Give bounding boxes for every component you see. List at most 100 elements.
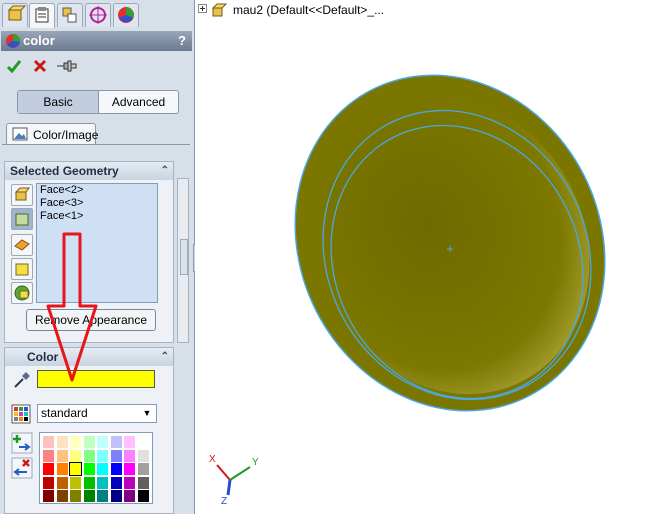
palette-select[interactable]: standard ▼ <box>37 404 157 423</box>
tab-dimxpert-manager[interactable] <box>85 3 111 27</box>
palette-swatch[interactable] <box>82 462 96 476</box>
palette-swatch[interactable] <box>82 475 96 490</box>
panel-title: color <box>23 33 55 48</box>
palette-swatch[interactable] <box>96 448 109 463</box>
palette-swatch[interactable] <box>69 448 82 463</box>
add-swatch-icon[interactable] <box>11 432 33 454</box>
palette-swatch[interactable] <box>42 489 55 503</box>
tab-configuration-manager[interactable] <box>57 3 83 27</box>
selected-geometry-group: Selected Geometry ⌃ Face<2> Face<3> Face… <box>4 161 174 343</box>
selected-geometry-title: Selected Geometry <box>10 164 119 178</box>
palette-swatch[interactable] <box>109 435 123 449</box>
tab-color-image-label: Color/Image <box>33 128 99 142</box>
palette-swatch[interactable] <box>69 462 82 476</box>
palette-swatch[interactable] <box>82 489 96 503</box>
list-item[interactable]: Face<3> <box>37 197 157 210</box>
palette-swatch[interactable] <box>69 489 82 503</box>
palette-swatch[interactable] <box>69 475 82 490</box>
palette-swatch[interactable] <box>55 462 69 476</box>
color-palette[interactable] <box>39 432 153 504</box>
triad-y-label: Y <box>252 457 259 468</box>
remove-appearance-button[interactable]: Remove Appearance <box>26 309 156 331</box>
palette-swatch[interactable] <box>69 435 82 449</box>
palette-swatch[interactable] <box>109 448 123 463</box>
palette-swatch[interactable] <box>136 475 150 490</box>
coordinate-triad: X Y Z <box>209 454 259 507</box>
eyedropper-icon[interactable] <box>12 370 32 390</box>
palette-swatch[interactable] <box>55 448 69 463</box>
part-filter-icon <box>14 187 30 201</box>
palette-swatch[interactable] <box>96 475 109 490</box>
palette-swatch[interactable] <box>123 475 136 490</box>
tab-color-image[interactable]: Color/Image <box>6 123 99 145</box>
palette-swatch[interactable] <box>136 448 150 463</box>
configuration-manager-icon <box>62 7 77 23</box>
palette-grid-icon[interactable] <box>11 404 31 424</box>
palette-swatch[interactable] <box>82 448 96 463</box>
part-filter-button[interactable] <box>11 184 33 206</box>
body-filter-icon <box>15 263 29 276</box>
display-manager-icon <box>118 7 134 23</box>
property-manager-title-bar: color ? <box>1 31 192 51</box>
chevron-down-icon[interactable]: ▼ <box>140 406 154 421</box>
basic-mode-button[interactable]: Basic <box>18 91 99 113</box>
feature-filter-icon <box>14 285 30 301</box>
palette-swatch[interactable] <box>96 435 109 449</box>
feature-manager-icon <box>7 5 27 21</box>
selected-geometry-header[interactable]: Selected Geometry ⌃ <box>5 162 173 180</box>
palette-swatch[interactable] <box>96 462 109 476</box>
palette-swatch[interactable] <box>136 489 150 503</box>
x-icon[interactable] <box>32 58 48 74</box>
collapse-chevron-icon[interactable]: ⌃ <box>161 348 169 366</box>
surface-filter-button[interactable] <box>11 234 33 256</box>
list-item[interactable]: Face<2> <box>37 184 157 197</box>
property-manager-panel: color ? Basic Advanced Color/Image Selec… <box>0 0 195 514</box>
palette-swatch[interactable] <box>123 435 136 449</box>
palette-swatch[interactable] <box>42 462 55 476</box>
face-filter-icon <box>15 213 29 226</box>
tab-divider <box>2 144 190 145</box>
palette-swatch[interactable] <box>123 448 136 463</box>
dish-model[interactable] <box>238 22 645 465</box>
palette-swatch[interactable] <box>109 489 123 503</box>
palette-swatch[interactable] <box>109 462 123 476</box>
palette-swatch[interactable] <box>42 448 55 463</box>
image-icon <box>12 127 28 141</box>
palette-swatch[interactable] <box>96 489 109 503</box>
property-manager-icon <box>35 7 49 23</box>
collapse-chevron-icon[interactable]: ⌃ <box>161 162 169 180</box>
palette-swatch[interactable] <box>55 435 69 449</box>
body-filter-button[interactable] <box>11 258 33 280</box>
list-item[interactable]: Face<1> <box>37 210 157 223</box>
tab-property-manager[interactable] <box>29 3 55 28</box>
palette-swatch[interactable] <box>42 475 55 490</box>
scrollbar-thumb[interactable] <box>180 239 188 275</box>
dimxpert-icon <box>89 6 107 24</box>
palette-swatch[interactable] <box>42 435 55 449</box>
color-header[interactable]: Color ⌃ <box>5 348 173 366</box>
palette-swatch[interactable] <box>55 489 69 503</box>
palette-swatch[interactable] <box>123 489 136 503</box>
remove-swatch-icon[interactable] <box>11 457 33 479</box>
triad-z-label: Z <box>221 496 227 507</box>
pushpin-icon[interactable] <box>56 58 78 74</box>
advanced-mode-button[interactable]: Advanced <box>99 91 178 113</box>
selected-geometry-list[interactable]: Face<2> Face<3> Face<1> <box>36 183 158 303</box>
tab-display-manager[interactable] <box>113 3 139 27</box>
check-icon[interactable] <box>6 58 22 74</box>
current-color-swatch[interactable] <box>37 370 155 388</box>
feature-filter-button[interactable] <box>11 282 33 304</box>
panel-scrollbar[interactable] <box>177 178 189 343</box>
help-button[interactable]: ? <box>178 31 186 51</box>
palette-swatch[interactable] <box>136 435 150 449</box>
surface-filter-icon <box>14 239 30 251</box>
palette-swatch[interactable] <box>82 435 96 449</box>
triad-x-label: X <box>209 454 216 465</box>
palette-swatch[interactable] <box>136 462 150 476</box>
face-filter-button[interactable] <box>11 208 33 230</box>
tab-feature-manager[interactable] <box>2 3 28 27</box>
palette-swatch[interactable] <box>55 475 69 490</box>
palette-swatch[interactable] <box>109 475 123 490</box>
palette-select-value: standard <box>41 406 88 420</box>
palette-swatch[interactable] <box>123 462 136 476</box>
